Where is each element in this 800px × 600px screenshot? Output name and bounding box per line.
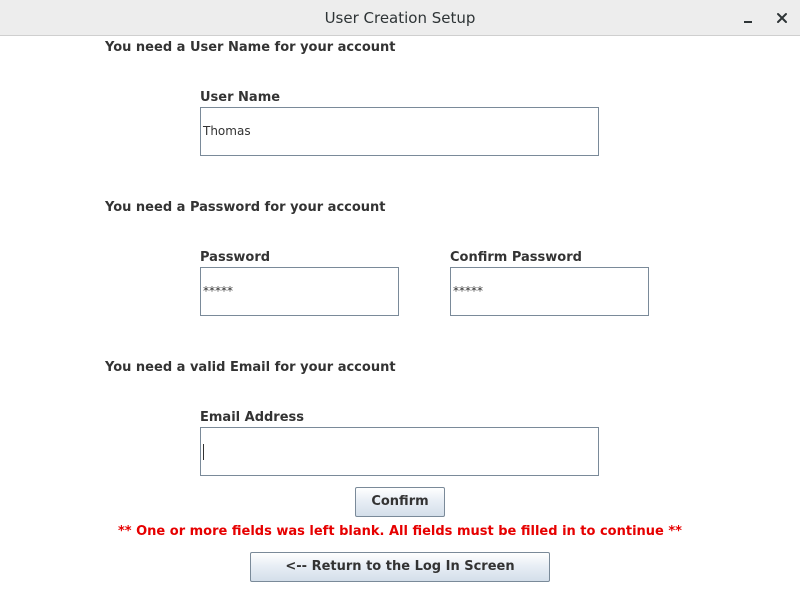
minimize-icon [744,21,752,23]
username-field-value: Thomas [203,124,251,138]
minimize-button[interactable] [738,8,758,28]
username-field[interactable]: Thomas [200,107,599,156]
password-label: Password [200,250,271,265]
username-section-label: You need a User Name for your account [105,40,396,55]
window-title: User Creation Setup [324,9,476,27]
confirm-password-field[interactable]: ***** [450,267,649,316]
close-icon [777,13,787,23]
return-to-login-button[interactable]: <-- Return to the Log In Screen [250,552,550,582]
form-panel: You need a User Name for your account Us… [0,36,800,600]
username-label: User Name [200,90,281,105]
confirm-password-field-value: ***** [453,284,483,298]
password-section-label: You need a Password for your account [105,200,386,215]
email-section-label: You need a valid Email for your account [105,360,396,375]
error-message: ** One or more fields was left blank. Al… [118,524,682,539]
confirm-password-label: Confirm Password [450,250,582,265]
confirm-button[interactable]: Confirm [355,487,445,517]
password-field[interactable]: ***** [200,267,399,316]
close-button[interactable] [772,8,792,28]
text-cursor [203,443,204,460]
password-field-value: ***** [203,284,233,298]
title-bar: User Creation Setup [0,0,800,36]
email-field[interactable] [200,427,599,476]
email-label: Email Address [200,410,305,425]
